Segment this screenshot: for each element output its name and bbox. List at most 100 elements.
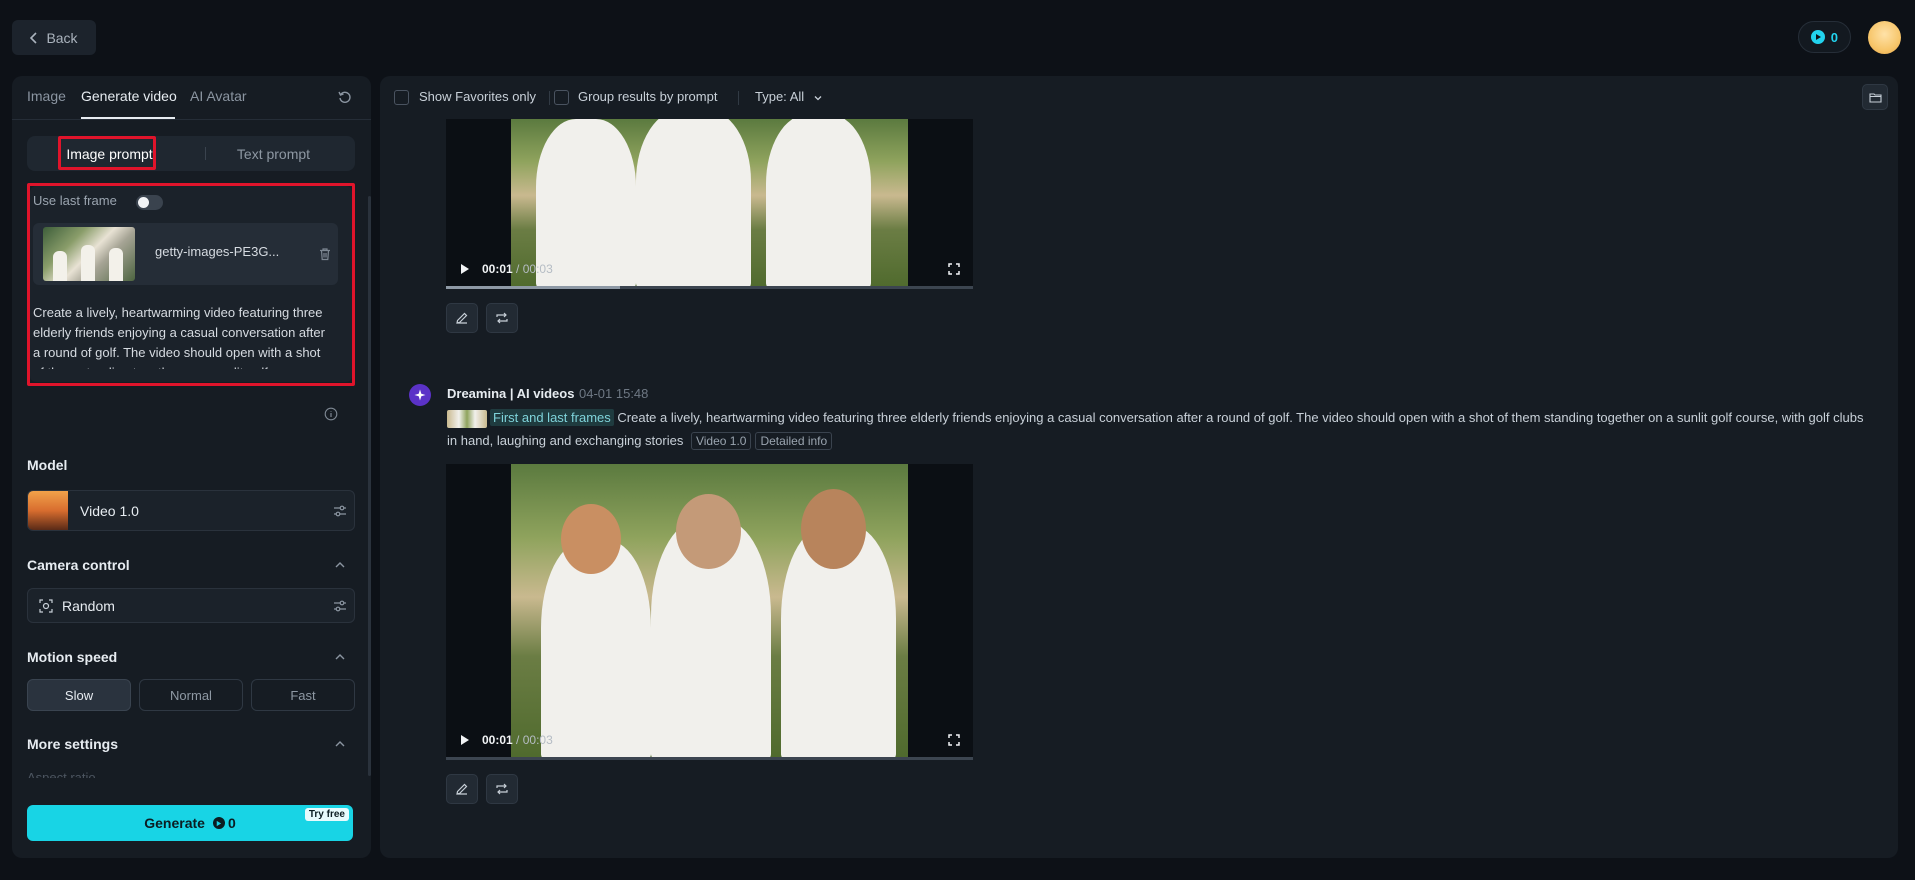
divider bbox=[738, 91, 739, 105]
camera-control-selector[interactable]: Random bbox=[27, 588, 355, 623]
repeat-icon bbox=[496, 312, 508, 324]
bot-name: Dreamina | AI videos bbox=[447, 386, 575, 401]
text-prompt-tab[interactable]: Text prompt bbox=[192, 136, 355, 171]
use-last-frame-toggle[interactable] bbox=[136, 195, 163, 210]
entry-prompt: Create a lively, heartwarming video feat… bbox=[447, 410, 1864, 448]
trash-icon[interactable] bbox=[318, 247, 332, 261]
entry-description: First and last frames Create a lively, h… bbox=[447, 406, 1867, 452]
speed-slow-button[interactable]: Slow bbox=[27, 679, 131, 711]
regenerate-button[interactable] bbox=[486, 774, 518, 804]
tab-image[interactable]: Image bbox=[27, 88, 66, 104]
pencil-icon bbox=[456, 312, 468, 324]
more-settings-title: More settings bbox=[27, 736, 119, 752]
time-current: 00:01 bbox=[482, 262, 513, 276]
play-icon[interactable] bbox=[460, 734, 470, 746]
try-free-badge: Try free bbox=[304, 808, 349, 821]
prompt-type-switch: Image prompt Text prompt bbox=[27, 136, 355, 171]
speed-fast-button[interactable]: Fast bbox=[251, 679, 355, 711]
divider bbox=[549, 91, 550, 105]
chevron-left-icon bbox=[30, 31, 38, 44]
info-icon[interactable] bbox=[324, 407, 338, 421]
prompt-textarea[interactable]: Create a lively, heartwarming video feat… bbox=[33, 303, 333, 369]
favorites-checkbox[interactable] bbox=[394, 90, 409, 105]
scrollbar[interactable] bbox=[368, 196, 371, 776]
edit-button[interactable] bbox=[446, 303, 478, 333]
frames-thumbnails[interactable] bbox=[447, 409, 487, 428]
folder-button[interactable] bbox=[1862, 84, 1888, 110]
credit-icon bbox=[1810, 30, 1825, 44]
generate-label: Generate bbox=[144, 815, 205, 831]
video-progress-fill bbox=[446, 286, 620, 289]
image-prompt-tab[interactable]: Image prompt bbox=[27, 136, 192, 171]
regenerate-button[interactable] bbox=[486, 303, 518, 333]
back-button[interactable]: Back bbox=[12, 20, 96, 55]
chevron-down-icon[interactable] bbox=[813, 93, 823, 103]
reset-icon[interactable] bbox=[337, 89, 353, 105]
credit-icon bbox=[212, 817, 225, 829]
generate-cost: 0 bbox=[212, 815, 236, 831]
detailed-info-tag[interactable]: Detailed info bbox=[755, 432, 833, 450]
model-name: Video 1.0 bbox=[80, 503, 139, 519]
generate-button[interactable]: Generate 0 Try free bbox=[27, 805, 353, 841]
camera-value: Random bbox=[62, 598, 115, 614]
toggle-knob bbox=[138, 197, 149, 208]
speed-normal-button[interactable]: Normal bbox=[139, 679, 243, 711]
video-progress-bar[interactable] bbox=[446, 286, 973, 289]
type-filter[interactable]: Type: All bbox=[755, 89, 804, 104]
video-player[interactable]: 00:01 / 00:03 bbox=[446, 119, 973, 289]
model-selector[interactable]: Video 1.0 bbox=[27, 490, 355, 531]
favorites-label[interactable]: Show Favorites only bbox=[419, 89, 536, 104]
left-panel: Image Generate video AI Avatar Image pro… bbox=[12, 76, 371, 858]
tab-ai-avatar[interactable]: AI Avatar bbox=[190, 88, 247, 104]
pencil-icon bbox=[456, 783, 468, 795]
active-tab-indicator bbox=[81, 117, 175, 119]
sparkle-icon bbox=[414, 389, 426, 401]
play-icon[interactable] bbox=[460, 263, 470, 275]
sliders-icon[interactable] bbox=[333, 599, 347, 613]
model-title: Model bbox=[27, 457, 68, 473]
uploaded-image-card: getty-images-PE3G... bbox=[33, 223, 338, 285]
motion-speed-title: Motion speed bbox=[27, 649, 118, 665]
repeat-icon bbox=[496, 783, 508, 795]
use-last-frame-label: Use last frame bbox=[33, 193, 117, 208]
chevron-up-icon[interactable] bbox=[334, 559, 346, 571]
time-total: / 00:03 bbox=[516, 733, 553, 747]
video-player[interactable]: 00:01 / 00:03 bbox=[446, 464, 973, 760]
time-current: 00:01 bbox=[482, 733, 513, 747]
back-label: Back bbox=[46, 29, 78, 46]
credits-badge[interactable]: 0 bbox=[1797, 21, 1851, 53]
model-tag: Video 1.0 bbox=[690, 432, 752, 450]
credits-count: 0 bbox=[1830, 29, 1838, 45]
chevron-up-icon[interactable] bbox=[334, 651, 346, 663]
aspect-ratio-label: Aspect ratio bbox=[27, 770, 96, 778]
time-total: / 00:03 bbox=[516, 262, 553, 276]
sliders-icon[interactable] bbox=[333, 504, 347, 518]
group-by-prompt-label[interactable]: Group results by prompt bbox=[578, 89, 717, 104]
camera-control-title: Camera control bbox=[27, 557, 130, 573]
file-name: getty-images-PE3G... bbox=[155, 244, 280, 259]
video-time: 00:01 / 00:03 bbox=[482, 262, 553, 276]
fullscreen-icon[interactable] bbox=[948, 734, 960, 746]
folder-icon bbox=[1868, 92, 1882, 103]
dreamina-avatar bbox=[409, 384, 431, 406]
edit-button[interactable] bbox=[446, 774, 478, 804]
results-panel: Show Favorites only Group results by pro… bbox=[380, 76, 1898, 858]
video-controls: 00:01 / 00:03 bbox=[446, 720, 973, 760]
video-frame bbox=[511, 464, 908, 760]
top-bar: Back 0 bbox=[0, 0, 1915, 76]
frames-tag[interactable]: First and last frames bbox=[490, 409, 614, 426]
video-progress-bar[interactable] bbox=[446, 757, 973, 760]
user-avatar[interactable] bbox=[1868, 21, 1901, 54]
fullscreen-icon[interactable] bbox=[948, 263, 960, 275]
tab-bar: Image Generate video AI Avatar bbox=[12, 76, 371, 120]
group-by-prompt-checkbox[interactable] bbox=[554, 90, 569, 105]
filter-bar: Show Favorites only Group results by pro… bbox=[380, 76, 1898, 120]
video-controls: 00:01 / 00:03 bbox=[446, 249, 973, 289]
tab-generate-video[interactable]: Generate video bbox=[81, 88, 177, 104]
video-time: 00:01 / 00:03 bbox=[482, 733, 553, 747]
uploaded-image-thumbnail[interactable] bbox=[43, 227, 135, 281]
chevron-up-icon[interactable] bbox=[334, 738, 346, 750]
generate-credits: 0 bbox=[227, 815, 236, 831]
entry-timestamp: 04-01 15:48 bbox=[579, 386, 649, 401]
camera-focus-icon bbox=[39, 599, 53, 613]
